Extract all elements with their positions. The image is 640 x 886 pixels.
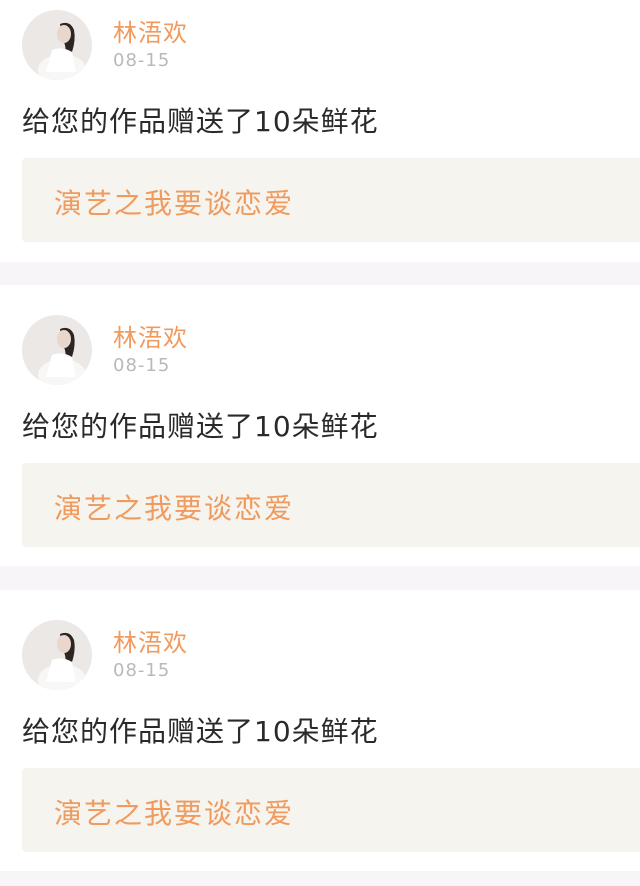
gift-message: 给您的作品赠送了10朵鲜花 bbox=[22, 105, 379, 138]
avatar[interactable] bbox=[22, 315, 92, 385]
gift-feed: 林浯欢 08-15 给您的作品赠送了10朵鲜花 演艺之我要谈恋爱 林浯欢 08-… bbox=[0, 0, 640, 886]
gift-message: 给您的作品赠送了10朵鲜花 bbox=[22, 410, 379, 443]
avatar-image bbox=[22, 620, 92, 690]
work-title: 演艺之我要谈恋爱 bbox=[54, 797, 295, 830]
username[interactable]: 林浯欢 bbox=[113, 13, 188, 48]
gift-notification-card: 林浯欢 08-15 给您的作品赠送了10朵鲜花 演艺之我要谈恋爱 bbox=[0, 590, 640, 871]
avatar[interactable] bbox=[22, 10, 92, 80]
avatar[interactable] bbox=[22, 620, 92, 690]
username[interactable]: 林浯欢 bbox=[113, 318, 188, 353]
timestamp: 08-15 bbox=[113, 355, 171, 376]
gift-notification-card: 林浯欢 08-15 给您的作品赠送了10朵鲜花 演艺之我要谈恋爱 bbox=[0, 0, 640, 262]
work-link[interactable]: 演艺之我要谈恋爱 bbox=[22, 768, 640, 852]
gift-message: 给您的作品赠送了10朵鲜花 bbox=[22, 715, 379, 748]
work-title: 演艺之我要谈恋爱 bbox=[54, 187, 295, 220]
username[interactable]: 林浯欢 bbox=[113, 623, 188, 658]
work-link[interactable]: 演艺之我要谈恋爱 bbox=[22, 158, 640, 242]
avatar-image bbox=[22, 10, 92, 80]
work-title: 演艺之我要谈恋爱 bbox=[54, 492, 295, 525]
work-link[interactable]: 演艺之我要谈恋爱 bbox=[22, 463, 640, 547]
avatar-image bbox=[22, 315, 92, 385]
timestamp: 08-15 bbox=[113, 50, 171, 71]
timestamp: 08-15 bbox=[113, 660, 171, 681]
gift-notification-card: 林浯欢 08-15 给您的作品赠送了10朵鲜花 演艺之我要谈恋爱 bbox=[0, 285, 640, 566]
